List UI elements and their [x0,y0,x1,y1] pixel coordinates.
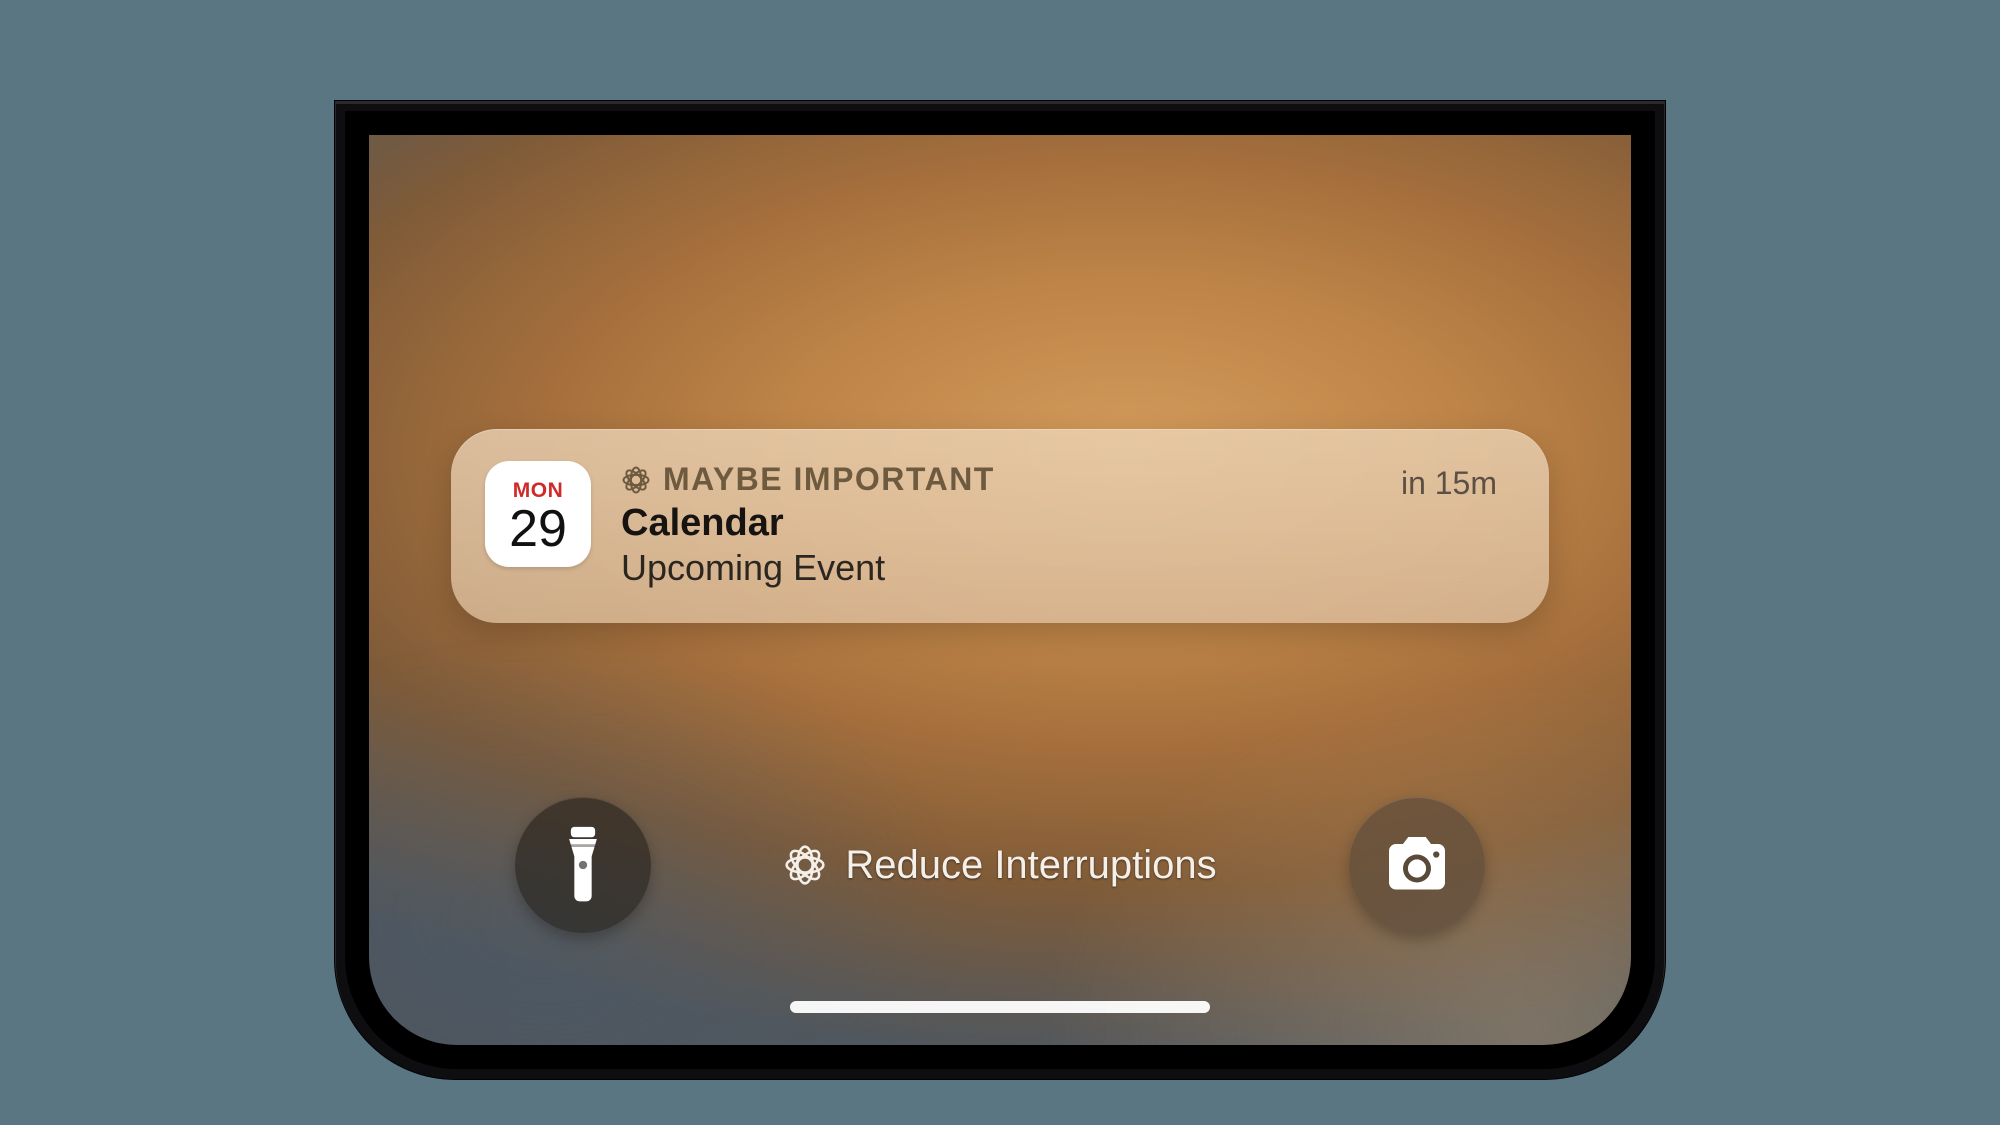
notification-card[interactable]: MON 29 [451,429,1549,623]
lock-screen: MON 29 [369,135,1631,1045]
calendar-app-icon: MON 29 [485,461,591,567]
lock-screen-controls: Reduce Interruptions [369,797,1631,933]
phone-bezel: MON 29 [345,111,1655,1069]
phone-frame: MON 29 [335,101,1665,1079]
notification-subtitle: Upcoming Event [621,547,1497,589]
notification-tag-label: MAYBE IMPORTANT [663,461,995,498]
flashlight-button[interactable] [515,797,651,933]
flashlight-icon [557,826,609,904]
apple-intelligence-icon [621,465,651,495]
camera-button[interactable] [1349,797,1485,933]
focus-mode-label: Reduce Interruptions [845,843,1216,888]
notification-time: in 15m [1401,465,1497,502]
notification-app-name: Calendar [621,502,1497,545]
home-indicator[interactable] [790,1001,1210,1013]
notification-priority-tag: MAYBE IMPORTANT [621,461,1497,498]
notification-body: MAYBE IMPORTANT Calendar Upcoming Event [621,461,1497,589]
calendar-day-number: 29 [509,503,567,555]
apple-intelligence-icon [783,843,827,887]
camera-icon [1382,837,1452,893]
calendar-day-of-week: MON [513,480,564,501]
focus-mode-indicator[interactable]: Reduce Interruptions [783,843,1216,888]
